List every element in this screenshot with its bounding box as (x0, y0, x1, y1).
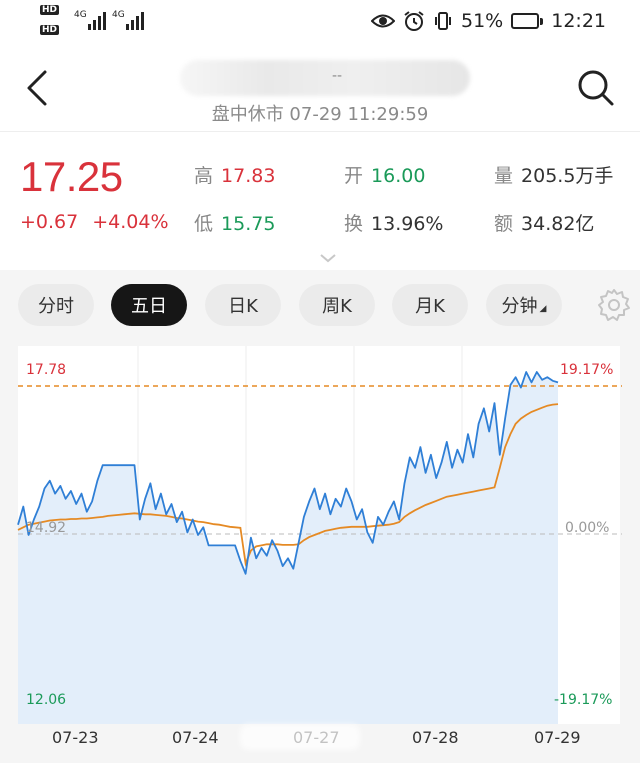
chart-settings-button[interactable] (596, 287, 632, 327)
watermark-blur (240, 724, 360, 750)
status-right: 51% 12:21 (371, 8, 606, 34)
open-stat: 开 16.00 (344, 165, 426, 187)
tab-minute[interactable]: 分钟 ◢ (486, 284, 562, 326)
y-base-label: 14.92 (26, 520, 67, 536)
dropdown-triangle-icon: ◢ (539, 304, 547, 314)
stock-title: -- (332, 68, 343, 84)
price-change: +0.67 +4.04% (20, 211, 169, 233)
search-icon (578, 70, 614, 106)
chevron-down-icon (320, 254, 336, 263)
volume-stat: 量 205.5万手 (494, 165, 614, 187)
net2-label: 4G (112, 10, 125, 20)
chart-svg (17, 346, 622, 724)
tab-five-day[interactable]: 五日 (111, 284, 187, 326)
vibrate-icon (433, 11, 453, 31)
pct-base-label: 0.00% (565, 520, 610, 536)
signal-icon-2: 4G (112, 8, 146, 36)
battery-percent: 51% (461, 10, 504, 32)
turnover-stat: 换 13.96% (344, 213, 444, 235)
tab-daily-k[interactable]: 日K (205, 284, 281, 326)
battery-icon (511, 13, 544, 29)
tab-intraday[interactable]: 分时 (18, 284, 94, 326)
top-nav: -- 盘中休市 07-29 11:29:59 (0, 44, 640, 132)
search-button[interactable] (576, 68, 616, 108)
chart-panel: 分时 五日 日K 周K 月K 分钟 ◢ 17.78 14.92 12.06 19.… (0, 270, 640, 763)
quote-panel: 17.25 +0.67 +4.04% 高 17.83 低 15.75 开 16.00 换… (0, 133, 640, 273)
pct-min-label: -19.17% (554, 692, 613, 708)
eye-icon (371, 12, 395, 30)
stock-title-blurred (180, 60, 470, 96)
signal-icon: 4G (74, 8, 108, 36)
x-label-0729: 07-29 (534, 728, 581, 747)
market-status: 盘中休市 07-29 11:29:59 (211, 104, 429, 125)
tab-monthly-k[interactable]: 月K (392, 284, 468, 326)
amount-stat: 额 34.82亿 (494, 213, 595, 235)
x-label-0728: 07-28 (412, 728, 459, 747)
low-stat: 低 15.75 (194, 213, 276, 235)
expand-details-button[interactable] (318, 249, 338, 268)
sim1-hd-badge: HD (40, 5, 60, 15)
gear-icon (598, 289, 630, 321)
high-stat: 高 17.83 (194, 165, 276, 187)
change-amount: +0.67 (20, 211, 79, 233)
tab-weekly-k[interactable]: 周K (299, 284, 375, 326)
five-day-chart[interactable]: 17.78 14.92 12.06 19.17% 0.00% -19.17% 0… (0, 346, 640, 763)
tab-minute-label: 分钟 (501, 296, 538, 317)
change-percent: +4.04% (92, 211, 169, 233)
sim2-hd-badge: HD (40, 25, 60, 35)
net1-label: 4G (74, 10, 87, 20)
pct-max-label: 19.17% (560, 362, 614, 378)
clock: 12:21 (551, 10, 606, 32)
status-bar: HD HD 4G 4G 51% 12:21 (0, 0, 640, 44)
x-label-0723: 07-23 (52, 728, 99, 747)
period-tabs: 分时 五日 日K 周K 月K 分钟 ◢ (18, 284, 630, 328)
x-label-0724: 07-24 (172, 728, 219, 747)
y-max-label: 17.78 (26, 362, 67, 378)
alarm-icon (403, 10, 425, 32)
network-indicators: HD HD 4G 4G (40, 4, 160, 40)
y-min-label: 12.06 (26, 692, 67, 708)
last-price: 17.25 (20, 153, 123, 200)
